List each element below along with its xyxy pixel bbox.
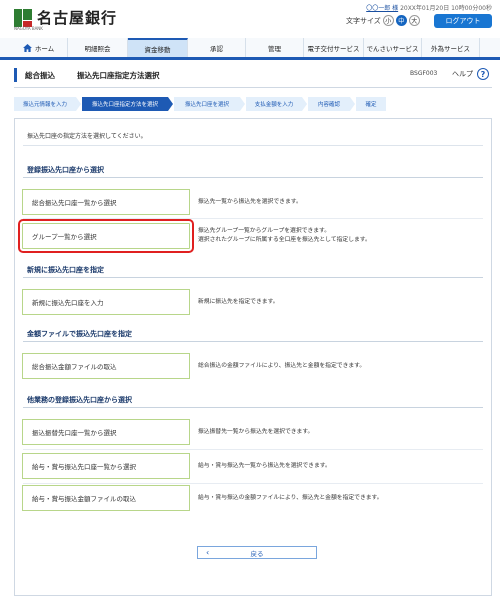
login-time: 20XX年01月20日 10時00分00秒: [400, 5, 492, 12]
help-label: ヘルプ: [452, 70, 473, 78]
divider: [23, 218, 483, 219]
option-description: 総合振込の金額ファイルにより、振込先と金額を指定できます。: [198, 363, 366, 369]
step-arrow: [168, 97, 173, 111]
screen-id: BSGF003: [410, 70, 438, 77]
step-3: 振込先口座を選択: [174, 97, 240, 111]
back-button[interactable]: ‹ 戻る: [197, 546, 317, 559]
title-accent-bar: [14, 68, 17, 82]
page-title: 振込先口座指定方法選択: [77, 70, 160, 80]
text-size-control: 文字サイズ 小 中 大: [346, 15, 420, 26]
step-5: 内容確認: [308, 97, 350, 111]
nav-item-approval[interactable]: 承認: [188, 38, 246, 57]
nav-label: ホーム: [34, 44, 55, 53]
nav-item-home[interactable]: ホーム: [10, 38, 68, 57]
select-from-group-list-button[interactable]: グループ一覧から選択: [18, 219, 194, 253]
nav-item-admin[interactable]: 管理: [246, 38, 304, 57]
divider: [23, 407, 483, 408]
step-arrow: [240, 97, 245, 111]
select-from-salary-list-button[interactable]: 給与・賞与振込先口座一覧から選択: [22, 453, 190, 479]
divider: [23, 277, 483, 278]
option-description: 振込先グループ一覧からグループを選択できます。 選択されたグループに所属する全口…: [198, 228, 371, 243]
help-link[interactable]: ヘルプ ?: [452, 68, 489, 80]
section-title-other-business: 他業務の登録振込先口座から選択: [27, 396, 132, 404]
section-title-amount-file: 金額ファイルで振込先口座を指定: [27, 330, 132, 338]
enter-new-account-button[interactable]: 新規に振込先口座を入力: [22, 289, 190, 315]
divider: [23, 341, 483, 342]
home-icon: [22, 43, 32, 52]
back-label: 戻る: [250, 549, 264, 558]
divider: [23, 449, 483, 450]
import-amount-file-button[interactable]: 総合振込金額ファイルの取込: [22, 353, 190, 379]
user-name[interactable]: 〇〇一郎 様: [366, 5, 398, 12]
bank-name: 名古屋銀行: [37, 9, 118, 27]
question-icon: ?: [477, 68, 489, 80]
nav-item-forex[interactable]: 外為サービス: [422, 38, 480, 57]
divider: [23, 145, 483, 146]
nav-item-statement[interactable]: 明細照会: [68, 38, 128, 57]
option-description: 新規に振込先を指定できます。: [198, 299, 279, 305]
text-size-large-button[interactable]: 大: [408, 15, 420, 26]
option-description: 振込振替先一覧から振込先を選択できます。: [198, 429, 314, 435]
option-description: 振込先一覧から振込先を選択できます。: [198, 199, 302, 205]
step-1: 振込元情報を入力: [14, 97, 76, 111]
user-info: 〇〇一郎 様 20XX年01月20日 10時00分00秒: [366, 3, 492, 12]
text-size-small-button[interactable]: 小: [382, 15, 394, 26]
nav-item-fund-transfer[interactable]: 資金移動: [128, 38, 188, 57]
step-4: 支払金額を入力: [246, 97, 302, 111]
select-from-general-transfer-list-button[interactable]: 総合振込先口座一覧から選択: [22, 189, 190, 215]
bank-logo-icon: [14, 8, 32, 27]
page-category: 総合振込: [25, 70, 55, 80]
bank-subname: NAGOYA BANK: [14, 26, 43, 31]
main-panel: 振込先口座の指定方法を選択してください。 登録振込先口座から選択 総合振込先口座…: [14, 118, 492, 596]
nav-item-e-delivery[interactable]: 電子交付サービス: [304, 38, 364, 57]
global-nav: ホーム 明細照会 資金移動 承認 管理 電子交付サービス でんさいサービス 外為…: [0, 38, 500, 60]
option-description: 給与・賞与振込先一覧から振込先を選択できます。: [198, 463, 331, 469]
chevron-left-icon: ‹: [206, 548, 210, 557]
text-size-label: 文字サイズ: [346, 16, 381, 25]
nav-item-densai[interactable]: でんさいサービス: [364, 38, 422, 57]
step-2-current: 振込先口座指定方法を選択: [82, 97, 168, 111]
divider: [23, 177, 483, 178]
divider: [23, 483, 483, 484]
header: 名古屋銀行 NAGOYA BANK 〇〇一郎 様 20XX年01月20日 10時…: [0, 0, 500, 36]
step-6: 確定: [356, 97, 386, 111]
step-arrow: [350, 97, 355, 111]
title-divider: [14, 87, 492, 88]
section-title-registered: 登録振込先口座から選択: [27, 166, 104, 174]
intro-text: 振込先口座の指定方法を選択してください。: [27, 133, 147, 140]
logout-button[interactable]: ログアウト: [434, 14, 492, 28]
step-arrow: [76, 97, 81, 111]
option-description: 給与・賞与振込の金額ファイルにより、振込先と金額を指定できます。: [198, 495, 383, 501]
section-title-new: 新規に振込先口座を指定: [27, 266, 104, 274]
text-size-medium-button[interactable]: 中: [395, 15, 407, 26]
select-from-transfer-list-button[interactable]: 振込振替先口座一覧から選択: [22, 419, 190, 445]
import-salary-amount-file-button[interactable]: 給与・賞与振込金額ファイルの取込: [22, 485, 190, 511]
step-arrow: [302, 97, 307, 111]
bank-logo[interactable]: 名古屋銀行: [14, 7, 117, 28]
